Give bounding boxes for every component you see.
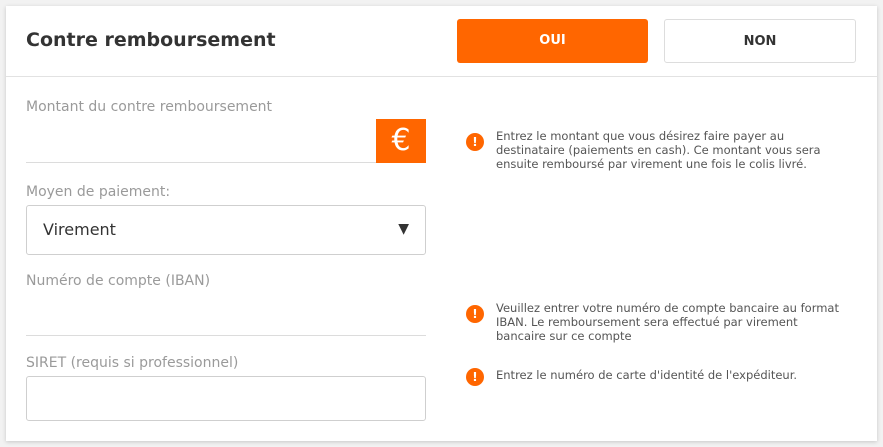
payment-select[interactable]: Virement ▼: [26, 205, 426, 255]
info-icon: !: [466, 305, 484, 323]
page-title: Contre remboursement: [26, 29, 276, 51]
no-button[interactable]: NON: [664, 19, 856, 63]
amount-input[interactable]: [26, 133, 376, 163]
iban-input[interactable]: [26, 306, 426, 336]
cod-card: Contre remboursement OUI NON Montant du …: [6, 6, 877, 441]
info-icon: !: [466, 133, 484, 151]
euro-icon: €: [376, 119, 426, 163]
yes-button[interactable]: OUI: [457, 19, 648, 63]
payment-label: Moyen de paiement:: [26, 184, 171, 200]
chevron-down-icon: ▼: [398, 221, 409, 237]
amount-label: Montant du contre remboursement: [26, 99, 273, 115]
info-icon: !: [466, 368, 484, 386]
siret-label: SIRET (requis si professionnel): [26, 355, 239, 371]
siret-help-text: Entrez le numéro de carte d'identité de …: [496, 368, 798, 382]
card-header: Contre remboursement OUI NON: [6, 6, 877, 77]
siret-input[interactable]: [26, 376, 426, 421]
payment-selected-value: Virement: [43, 220, 116, 239]
amount-help-text: Entrez le montant que vous désirez faire…: [496, 129, 821, 171]
iban-label: Numéro de compte (IBAN): [26, 273, 211, 289]
iban-help-text: Veuillez entrer votre numéro de compte b…: [496, 301, 839, 343]
